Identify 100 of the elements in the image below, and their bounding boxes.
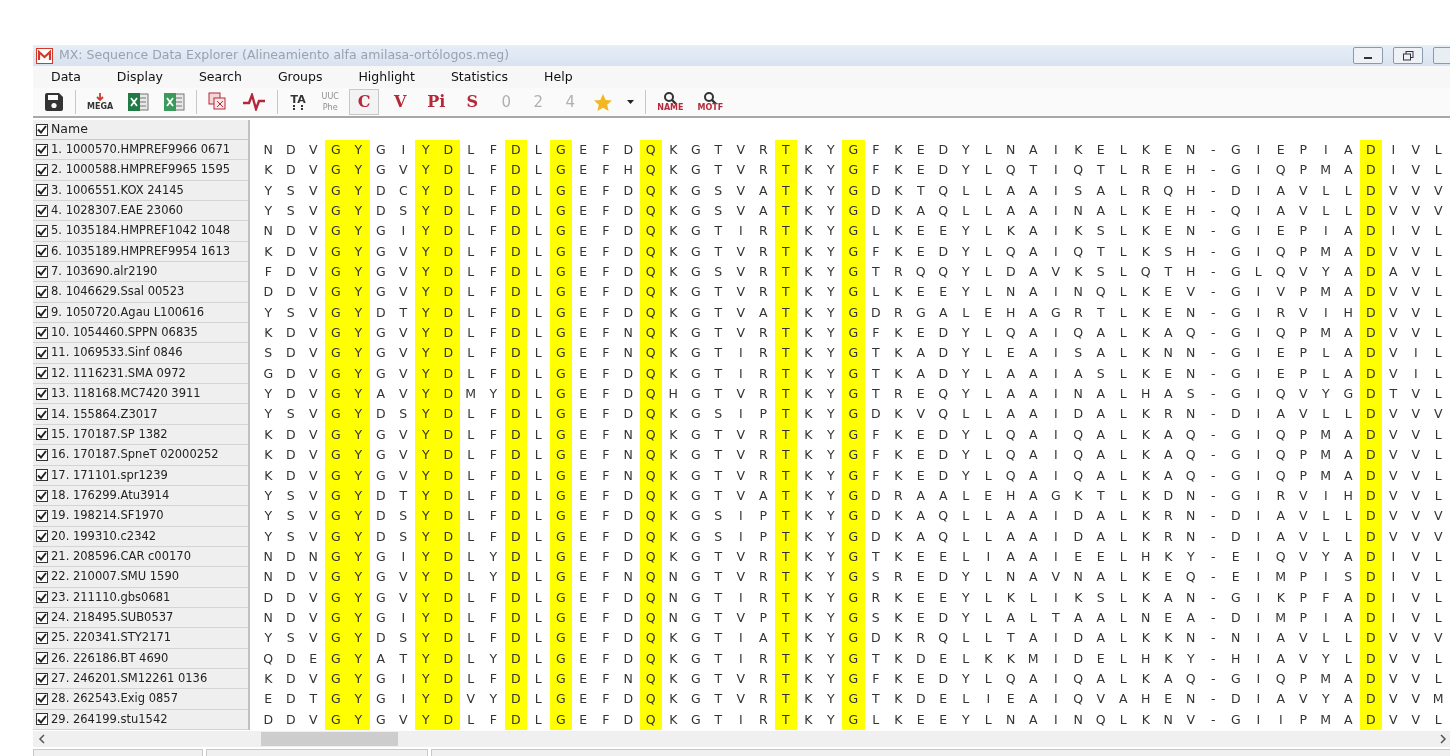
residue: D — [622, 242, 635, 261]
toggle-button[interactable]: C — [349, 89, 380, 115]
toggle-button[interactable]: V — [385, 89, 416, 115]
menu-item[interactable]: Display — [98, 67, 181, 87]
find-button[interactable]: NAME — [653, 89, 688, 115]
menu-item[interactable]: Search — [180, 67, 260, 87]
checkbox[interactable] — [36, 408, 48, 421]
residue: K — [1140, 283, 1151, 302]
checkbox[interactable] — [36, 428, 48, 441]
checkbox[interactable] — [36, 448, 48, 461]
residue: D — [937, 344, 950, 363]
residue: K — [893, 527, 904, 546]
residue: T — [774, 445, 797, 466]
checkbox[interactable] — [36, 387, 48, 400]
residue: T — [774, 689, 797, 710]
checkbox[interactable] — [36, 591, 48, 604]
checkbox[interactable] — [36, 509, 48, 522]
residue: L — [1118, 425, 1128, 444]
residue: Y — [414, 221, 437, 242]
checkbox[interactable] — [36, 306, 48, 319]
residue: K — [668, 242, 679, 261]
checkbox[interactable] — [36, 469, 48, 482]
menu-item[interactable]: Groups — [259, 67, 341, 87]
residue: G — [324, 506, 347, 527]
residue: G — [374, 283, 387, 302]
residue: D — [504, 567, 527, 588]
spreadsheet-icon — [127, 92, 150, 112]
residue: D — [1359, 607, 1382, 629]
checkbox[interactable] — [36, 713, 48, 726]
residue: A — [1027, 669, 1039, 688]
residue: D — [622, 690, 635, 709]
residue: G — [1229, 710, 1242, 729]
residue: I — [1052, 181, 1059, 200]
toggle-button[interactable]: Pi — [421, 89, 452, 115]
residue: D — [1229, 405, 1242, 424]
residue: G — [324, 201, 347, 222]
menu-item[interactable]: Data — [33, 67, 99, 87]
residue: L — [466, 141, 476, 159]
scroll-left-icon[interactable] — [38, 733, 46, 744]
checkbox[interactable] — [36, 164, 48, 176]
checkbox[interactable] — [36, 530, 48, 543]
translate-button[interactable]: TA — [285, 89, 312, 115]
residue: V — [1410, 547, 1422, 566]
residue: F — [601, 486, 611, 505]
residue: I — [1052, 466, 1059, 485]
residue: A — [1342, 161, 1354, 180]
find-button[interactable]: MOTF — [693, 89, 728, 115]
checkbox[interactable] — [36, 550, 48, 563]
checkbox[interactable] — [36, 123, 48, 136]
toggle-button[interactable]: S — [457, 89, 488, 115]
residue: I — [1255, 161, 1262, 180]
residue: Y — [825, 588, 836, 607]
residue: K — [1140, 588, 1151, 607]
residue: K — [803, 385, 814, 404]
export-button[interactable]: MEGA — [83, 89, 118, 115]
menu-item[interactable]: Statistics — [432, 67, 527, 87]
residue: Q — [639, 180, 662, 202]
checkbox[interactable] — [36, 286, 48, 299]
minimize-button[interactable] — [1353, 47, 1383, 64]
residue: D — [437, 323, 460, 344]
checkbox[interactable] — [36, 652, 48, 665]
checkbox[interactable] — [36, 225, 48, 238]
residue: V — [1387, 629, 1399, 648]
residue: N — [1005, 568, 1017, 587]
checkbox[interactable] — [36, 245, 48, 258]
residue: L — [961, 486, 971, 505]
residue: L — [533, 710, 543, 729]
checkbox[interactable] — [36, 489, 48, 502]
checkbox[interactable] — [36, 692, 48, 705]
checkbox[interactable] — [36, 204, 48, 217]
scroll-right-icon[interactable] — [1439, 733, 1447, 744]
menu-item[interactable]: Highlight — [340, 67, 433, 87]
checkbox[interactable] — [36, 570, 48, 583]
residue: R — [757, 283, 769, 302]
checkbox[interactable] — [36, 326, 48, 339]
checkbox[interactable] — [36, 184, 48, 197]
residue: E — [578, 425, 589, 444]
checkbox[interactable] — [36, 611, 48, 624]
restore-button[interactable] — [1393, 47, 1423, 64]
checkbox[interactable] — [36, 347, 48, 360]
residue: G — [374, 568, 387, 587]
residue: D — [504, 241, 527, 263]
residue: K — [263, 466, 274, 485]
checkbox[interactable] — [36, 672, 48, 685]
residue: L — [961, 405, 971, 424]
column-header[interactable]: Name — [51, 120, 88, 139]
scrollbar-thumb[interactable] — [261, 731, 398, 746]
residue: G — [1229, 283, 1242, 302]
residue: L — [466, 202, 476, 221]
checkbox[interactable] — [36, 265, 48, 278]
residue: K — [893, 446, 904, 465]
menu-item[interactable]: Help — [526, 67, 591, 87]
checkbox[interactable] — [36, 143, 48, 156]
residue: I — [737, 364, 744, 383]
residue: G — [324, 180, 347, 202]
residue: F — [263, 263, 273, 282]
checkbox[interactable] — [36, 631, 48, 644]
sequence-name: 3. 1006551.KOX 24145 — [51, 181, 184, 199]
residue: A — [1005, 181, 1017, 200]
checkbox[interactable] — [36, 367, 48, 380]
